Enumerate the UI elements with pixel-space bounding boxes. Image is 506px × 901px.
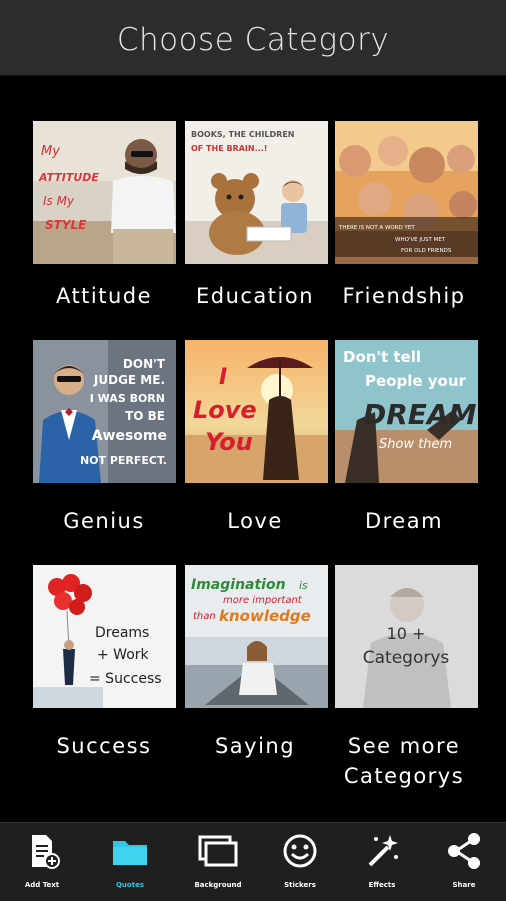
nav-background-label: Background <box>194 881 242 889</box>
see-more-text: Categorys <box>363 648 450 668</box>
attitude-line-1: My <box>41 144 60 159</box>
love-line-1: I <box>219 365 227 390</box>
category-tile-genius[interactable]: DON'T JUDGE ME. I WAS BORN TO BE Awesome… <box>33 340 176 483</box>
friendship-image: THERE IS NOT A WORD YET WHO'VE JUST MET … <box>335 121 478 264</box>
genius-line-5: Awesome <box>92 428 167 444</box>
category-label-education[interactable]: Education <box>175 281 335 311</box>
education-line-1: BOOKS, THE CHILDREN <box>191 130 295 139</box>
education-line-2: OF THE BRAIN...! <box>191 144 267 153</box>
attitude-line-2: ATTITUDE <box>38 171 99 184</box>
category-label-success[interactable]: Success <box>24 731 184 761</box>
category-tile-see-more[interactable]: 10 + Categorys <box>335 565 478 708</box>
nav-background[interactable]: Background <box>176 823 260 901</box>
nav-quotes-label: Quotes <box>115 881 144 889</box>
genius-image: DON'T JUDGE ME. I WAS BORN TO BE Awesome… <box>33 340 176 483</box>
success-line-2: + Work <box>97 647 150 663</box>
love-image: I Love You <box>185 340 328 483</box>
dream-line-1: Don't tell <box>343 348 421 366</box>
nav-share-label: Share <box>452 881 476 889</box>
love-line-2: Love <box>193 396 257 424</box>
background-icon <box>198 835 238 867</box>
category-label-see-more-line1: See more <box>347 734 461 758</box>
saying-line-2: is <box>299 579 308 592</box>
love-line-3: You <box>205 428 253 456</box>
saying-line-1: Imagination <box>191 577 286 593</box>
category-tile-saying[interactable]: Imagination is more important than knowl… <box>185 565 328 708</box>
category-tile-friendship[interactable]: THERE IS NOT A WORD YET WHO'VE JUST MET … <box>335 121 478 264</box>
dream-image: Don't tell People your DREAM Show them <box>335 340 478 483</box>
category-label-dream[interactable]: Dream <box>324 506 484 536</box>
success-image: Dreams + Work = Success <box>33 565 176 708</box>
education-image: BOOKS, THE CHILDREN OF THE BRAIN...! <box>185 121 328 264</box>
nav-share[interactable]: Share <box>422 823 506 901</box>
success-line-1: Dreams <box>95 625 149 641</box>
nav-stickers-label: Stickers <box>284 881 316 889</box>
dream-line-4: Show them <box>379 437 452 452</box>
genius-line-4: TO BE <box>125 409 165 423</box>
category-label-genius[interactable]: Genius <box>24 506 184 536</box>
saying-line-5: knowledge <box>219 607 311 625</box>
genius-line-6: NOT PERFECT. <box>80 454 167 467</box>
nav-effects-label: Effects <box>368 881 396 889</box>
dream-line-2: People your <box>365 372 467 390</box>
category-tile-dream[interactable]: Don't tell People your DREAM Show them <box>335 340 478 483</box>
success-line-3: = Success <box>89 671 162 687</box>
nav-add-text-label: Add Text <box>24 881 60 889</box>
share-icon <box>448 833 480 869</box>
bottom-toolbar: Add Text Quotes Background Stickers Effe… <box>0 822 506 901</box>
app-header: Choose Category <box>0 0 506 76</box>
dream-line-3: DREAM <box>363 398 477 431</box>
category-label-saying[interactable]: Saying <box>175 731 335 761</box>
see-more-count: 10 + <box>387 624 426 643</box>
genius-line-3: I WAS BORN <box>90 392 165 405</box>
saying-line-4: than <box>193 611 216 622</box>
folder-icon <box>113 841 147 865</box>
magic-wand-icon <box>368 835 398 867</box>
nav-effects[interactable]: Effects <box>340 823 424 901</box>
category-tile-love[interactable]: I Love You <box>185 340 328 483</box>
attitude-image: My ATTITUDE Is My STYLE <box>33 121 176 264</box>
genius-line-2: JUDGE ME. <box>93 373 165 387</box>
category-label-see-more-line2: Categorys <box>343 764 465 788</box>
genius-line-1: DON'T <box>123 357 166 371</box>
attitude-line-4: STYLE <box>45 218 87 232</box>
category-label-friendship[interactable]: Friendship <box>324 281 484 311</box>
attitude-line-3: Is My <box>43 194 75 208</box>
category-label-attitude[interactable]: Attitude <box>24 281 184 311</box>
smiley-icon <box>283 834 317 868</box>
add-text-icon <box>32 835 60 869</box>
page-title: Choose Category <box>116 22 390 58</box>
category-tile-education[interactable]: BOOKS, THE CHILDREN OF THE BRAIN...! <box>185 121 328 264</box>
category-label-see-more[interactable]: See more Categorys <box>324 731 484 791</box>
category-label-love[interactable]: Love <box>175 506 335 536</box>
nav-add-text[interactable]: Add Text <box>0 823 84 901</box>
nav-quotes[interactable]: Quotes <box>88 823 172 901</box>
saying-image: Imagination is more important than knowl… <box>185 565 328 708</box>
friendship-line-1: THERE IS NOT A WORD YET <box>338 225 415 231</box>
nav-stickers[interactable]: Stickers <box>258 823 342 901</box>
friendship-line-2: WHO'VE JUST MET <box>395 237 446 243</box>
category-tile-attitude[interactable]: My ATTITUDE Is My STYLE <box>33 121 176 264</box>
friendship-line-3: FOR OLD FRIENDS <box>401 248 452 254</box>
category-tile-success[interactable]: Dreams + Work = Success <box>33 565 176 708</box>
saying-line-3: more important <box>223 595 303 606</box>
see-more-image: 10 + Categorys <box>335 565 478 708</box>
